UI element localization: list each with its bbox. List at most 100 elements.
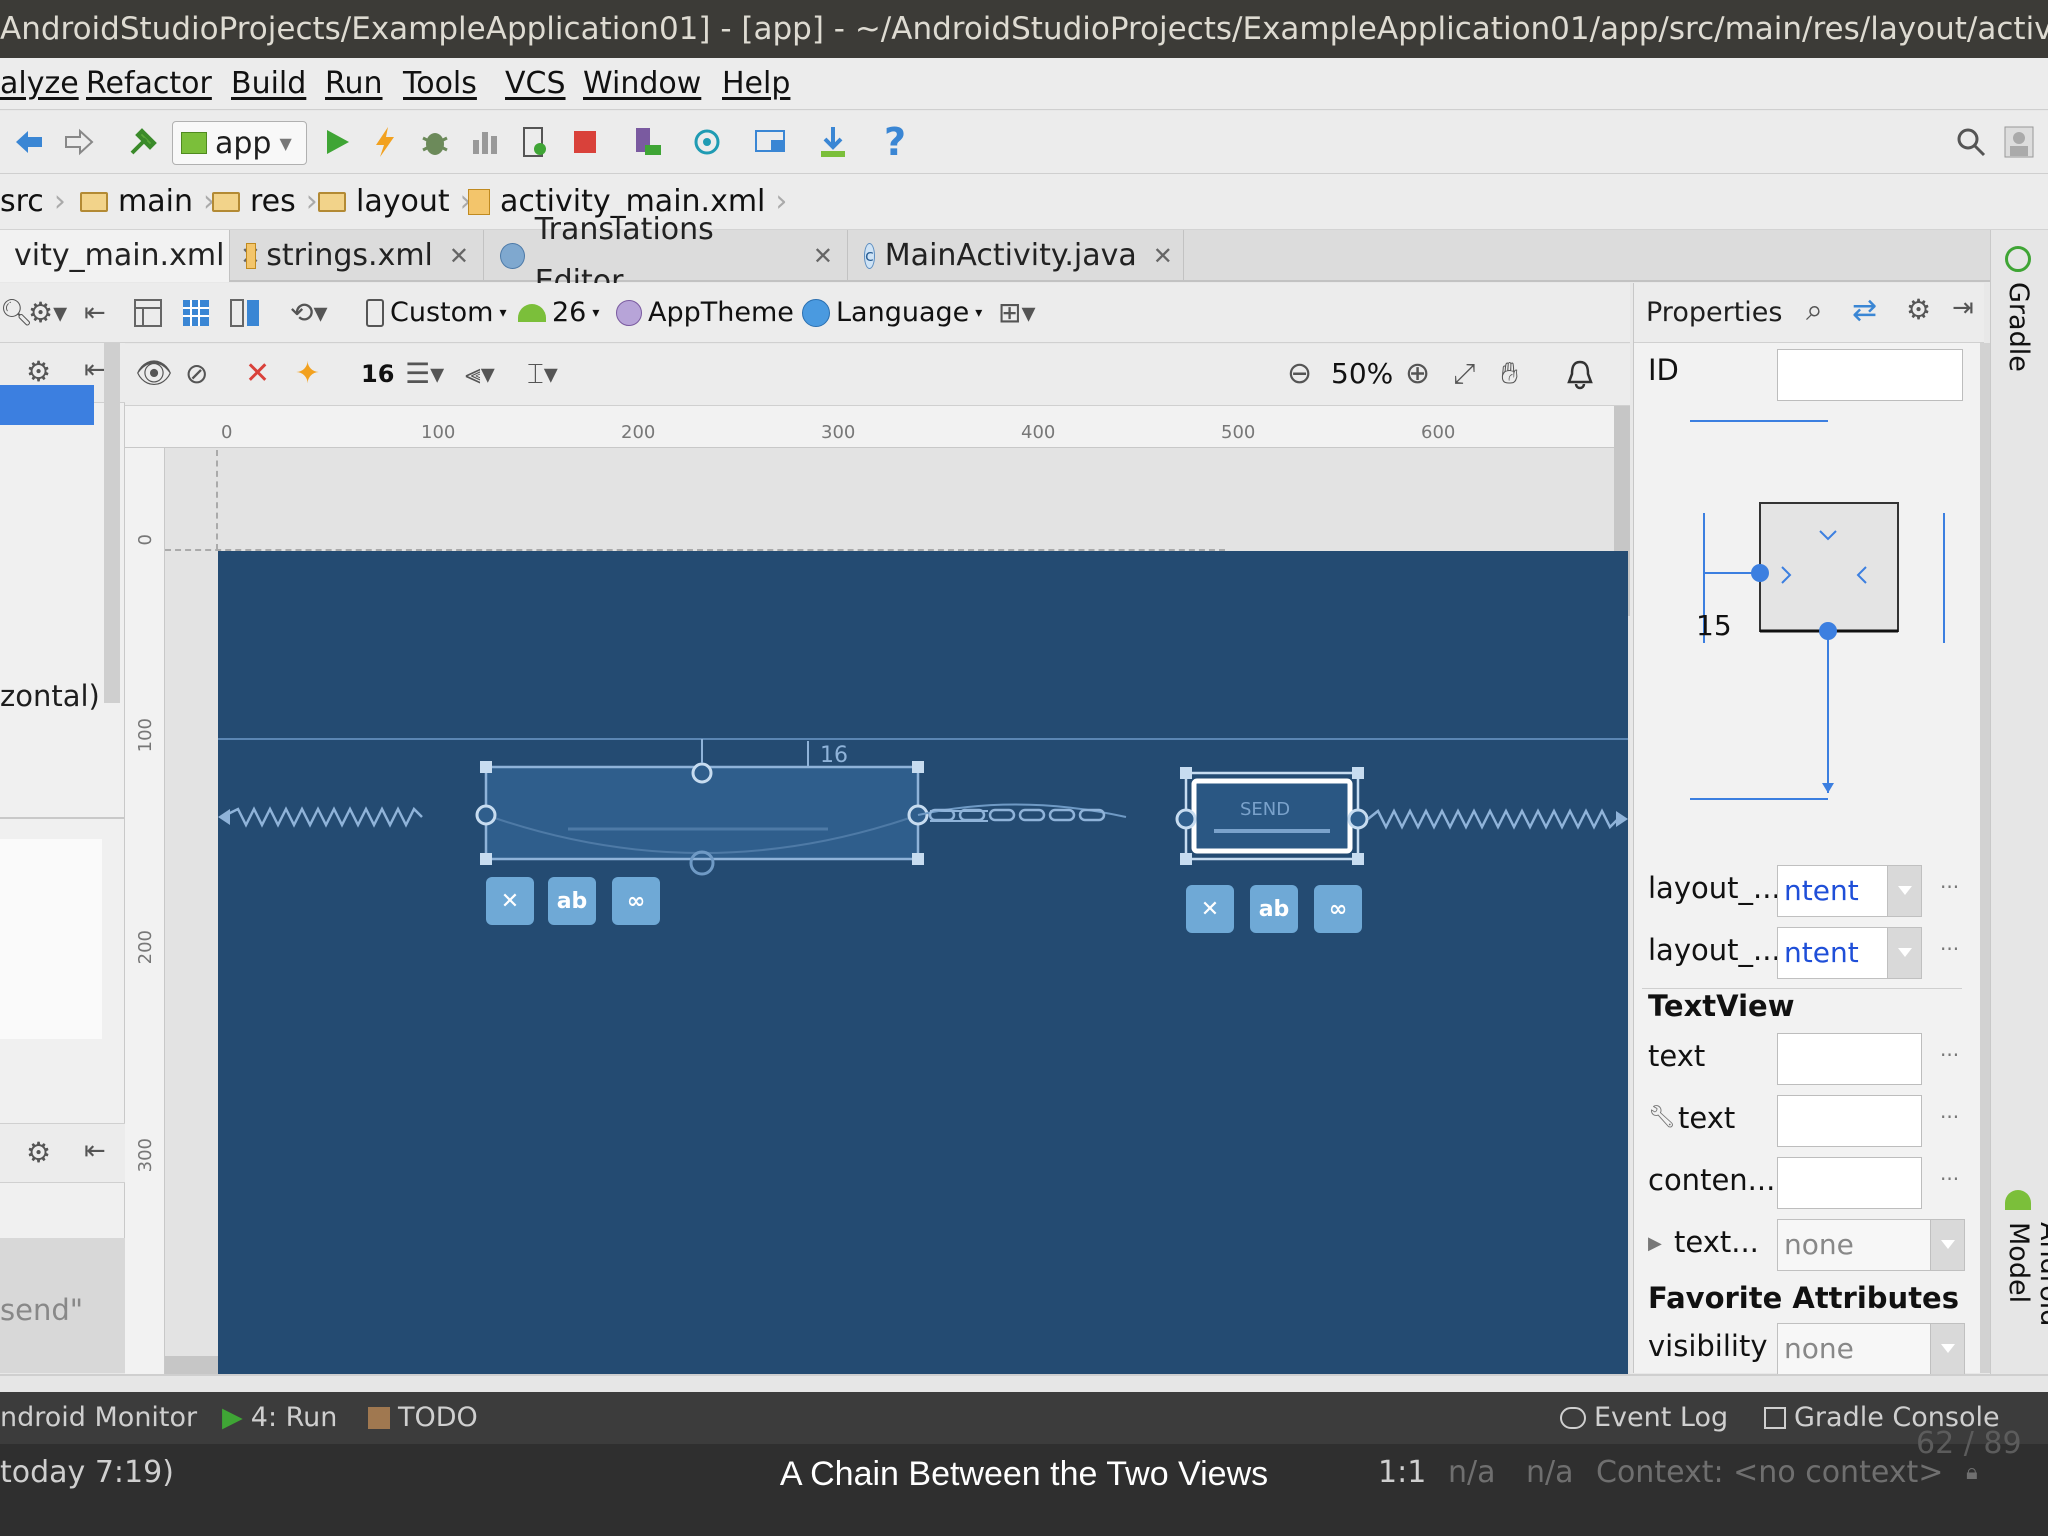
profile-icon[interactable] — [464, 121, 506, 163]
blueprint-view-icon[interactable] — [180, 283, 212, 343]
debug-icon[interactable] — [414, 121, 456, 163]
chain-button[interactable]: ∞ — [612, 877, 660, 925]
avd-manager-icon[interactable] — [626, 121, 668, 163]
gear-icon[interactable]: ⚙ — [26, 355, 51, 388]
run-icon[interactable] — [316, 121, 358, 163]
android-monitor-tab[interactable]: ndroid Monitor — [0, 1392, 197, 1444]
gear-icon[interactable]: ⚙▾ — [28, 283, 67, 343]
pan-icon[interactable]: ✋︎ — [1501, 344, 1518, 404]
notification-icon[interactable] — [1565, 344, 1595, 404]
todo-tab[interactable]: TODO — [368, 1392, 478, 1444]
properties-scrollbar[interactable] — [1980, 343, 1990, 1373]
make-project-icon[interactable] — [122, 121, 164, 163]
pack-icon[interactable]: ☰▾ — [405, 344, 444, 404]
menu-tools[interactable]: Tools — [403, 58, 477, 110]
more-icon[interactable]: ··· — [1940, 875, 1959, 899]
clear-constraints-button[interactable]: ✕ — [1186, 885, 1234, 933]
text-appearance-select[interactable]: none — [1777, 1219, 1965, 1271]
more-icon[interactable]: ··· — [1940, 937, 1959, 961]
zoom-out-icon[interactable]: ⊖ — [1287, 344, 1312, 404]
blueprint-surface[interactable]: 16 SEND ✕ ab ∞ ✕ ab ∞ — [218, 551, 1628, 1374]
layout-height-select[interactable]: ntent — [1777, 927, 1922, 979]
breadcrumb-res[interactable]: res › — [212, 174, 318, 230]
orientation-icon[interactable]: ⟲▾ — [290, 283, 328, 343]
breadcrumb-main[interactable]: main › — [80, 174, 215, 230]
device-select[interactable]: Custom ▾ — [366, 283, 506, 343]
autoconnect-icon[interactable]: ⊘ — [185, 344, 208, 404]
split-view-icon[interactable] — [228, 283, 262, 343]
id-input[interactable] — [1777, 349, 1963, 401]
tab-translations-editor[interactable]: Translations Editor ✕ — [486, 212, 848, 299]
close-icon[interactable]: ✕ — [1153, 230, 1173, 282]
infer-constraints-icon[interactable]: ✦ — [295, 344, 320, 404]
clear-constraints-icon[interactable]: ✕ — [245, 344, 270, 404]
layout-width-select[interactable]: ntent — [1777, 865, 1922, 917]
more-icon[interactable]: ··· — [1940, 1167, 1959, 1191]
tools-text-input[interactable] — [1777, 1095, 1922, 1147]
layout-variants-icon[interactable]: ⊞▾ — [998, 283, 1036, 343]
collapse-icon[interactable]: ⇤ — [84, 1136, 106, 1166]
guidelines-icon[interactable]: ⌶▾ — [527, 344, 558, 404]
baseline-button[interactable]: ab — [548, 877, 596, 925]
breadcrumb-layout[interactable]: layout › — [318, 174, 472, 230]
menu-help[interactable]: Help — [722, 58, 790, 110]
menu-analyze[interactable]: alyze — [0, 58, 79, 110]
apply-changes-icon[interactable] — [364, 121, 406, 163]
event-log-tab[interactable]: Event Log — [1560, 1392, 1728, 1444]
gradle-tool-tab[interactable]: Gradle — [2003, 282, 2034, 372]
eye-icon[interactable]: 👁︎ — [135, 344, 173, 404]
theme-select[interactable]: AppTheme — [616, 283, 794, 343]
chain-button[interactable]: ∞ — [1314, 885, 1362, 933]
forward-icon[interactable] — [58, 121, 100, 163]
scrollbar[interactable] — [104, 343, 120, 703]
sync-icon[interactable] — [686, 121, 728, 163]
close-icon[interactable]: ✕ — [449, 230, 469, 282]
more-icon[interactable]: ··· — [1940, 1043, 1959, 1067]
align-icon[interactable]: ⫷▾ — [465, 344, 495, 404]
collapse-icon[interactable]: ⇤ — [84, 283, 106, 343]
text-input[interactable] — [1777, 1033, 1922, 1085]
more-icon[interactable]: ··· — [1940, 1105, 1959, 1129]
design-view-icon[interactable] — [132, 283, 164, 343]
collapse-icon[interactable]: ⇤ — [84, 355, 106, 385]
stop-icon[interactable] — [564, 121, 606, 163]
search-icon[interactable] — [1950, 121, 1992, 163]
menu-build[interactable]: Build — [231, 58, 306, 110]
gear-icon[interactable]: ⚙ — [1906, 293, 1931, 326]
sdk-manager-icon[interactable] — [812, 121, 854, 163]
menu-vcs[interactable]: VCS — [505, 58, 566, 110]
visibility-select[interactable]: none — [1777, 1323, 1965, 1375]
selected-palette-item[interactable] — [0, 385, 94, 425]
run-config-select[interactable]: app ▼ — [172, 121, 307, 165]
clear-constraints-button[interactable]: ✕ — [486, 877, 534, 925]
tab-strings[interactable]: strings.xml ✕ — [232, 230, 484, 282]
menu-refactor[interactable]: Refactor — [86, 58, 212, 110]
language-select[interactable]: Language ▾ — [802, 283, 982, 343]
content-description-input[interactable] — [1777, 1157, 1922, 1209]
expand-icon[interactable]: ▶ — [1648, 1233, 1662, 1254]
run-tab[interactable]: ▶ 4: Run — [222, 1392, 337, 1444]
project-structure-icon[interactable] — [750, 121, 792, 163]
help-icon[interactable]: ? — [874, 120, 916, 164]
layout-width-label: layout_... — [1648, 871, 1781, 905]
toggle-view-icon[interactable]: ⇄ — [1852, 293, 1877, 328]
breadcrumb-src[interactable]: src › — [0, 174, 66, 230]
api-level-select[interactable]: 26 ▾ — [518, 283, 599, 343]
zoom-to-fit-icon[interactable]: ⤢ — [1453, 344, 1475, 404]
baseline-button[interactable]: ab — [1250, 885, 1298, 933]
android-model-tool-tab[interactable]: Android Model — [2003, 1222, 2048, 1375]
default-margin-select[interactable]: 16 — [361, 344, 394, 404]
margin-value[interactable]: 15 — [1696, 609, 1732, 642]
back-icon[interactable] — [8, 121, 50, 163]
search-icon[interactable]: ⌕ — [1806, 293, 1823, 328]
close-icon[interactable]: ✕ — [813, 230, 833, 282]
attach-debugger-icon[interactable] — [514, 121, 556, 163]
menu-window[interactable]: Window — [583, 58, 701, 110]
hide-icon[interactable]: ⇥ — [1952, 293, 1974, 323]
tab-activity-main[interactable]: vity_main.xml✕ — [0, 230, 261, 282]
user-icon[interactable] — [1998, 121, 2040, 163]
menu-run[interactable]: Run — [325, 58, 383, 110]
zoom-in-icon[interactable]: ⊕ — [1405, 344, 1430, 404]
tab-main-activity[interactable]: c MainActivity.java ✕ — [850, 230, 1184, 282]
gear-icon[interactable]: ⚙ — [26, 1136, 51, 1169]
